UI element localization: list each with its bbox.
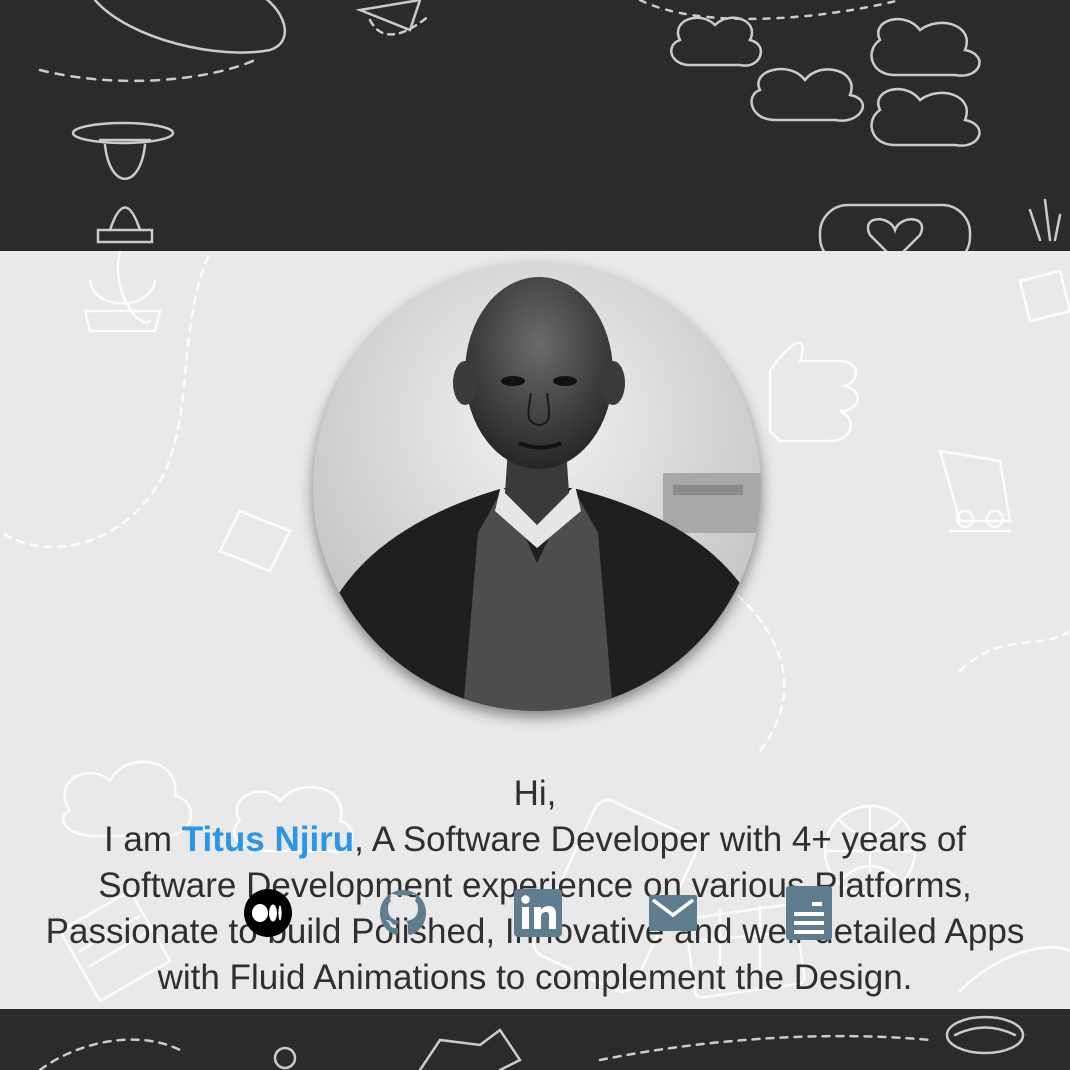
github-icon [380,890,426,935]
document-icon [786,886,832,940]
social-links [0,886,1070,942]
medium-link[interactable] [243,886,293,940]
linkedin-link[interactable] [513,886,563,940]
resume-link[interactable] [784,886,834,940]
medium-icon [244,889,292,937]
developer-name: Titus Njiru [181,820,355,859]
mail-icon [649,895,697,931]
email-link[interactable] [648,886,698,940]
github-link[interactable] [378,886,428,940]
linkedin-icon [514,889,562,937]
intro-card: Hi, I am Titus Njiru, A Software Develop… [0,251,1070,1009]
profile-photo [313,263,761,711]
greeting: Hi, [513,774,557,813]
intro-prefix: I am [103,820,182,859]
